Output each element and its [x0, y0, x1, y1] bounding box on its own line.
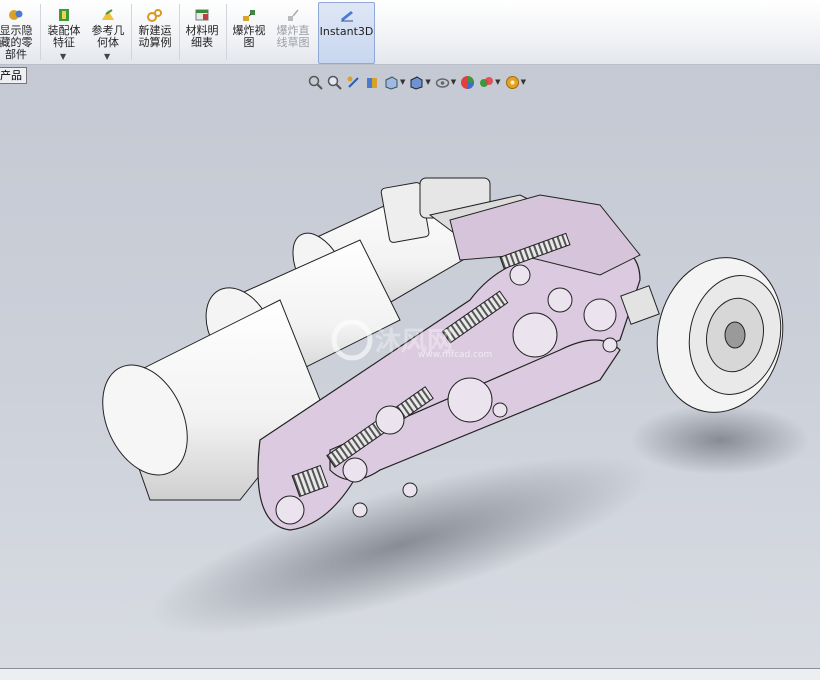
heads-up-view-toolbar: ▼ ▼ ▼ ▼ ▼	[308, 72, 526, 92]
watermark-url: www.mfcad.com	[418, 350, 492, 360]
instant3d-button[interactable]: Instant3D	[318, 2, 375, 64]
graphics-viewport[interactable]: 沐风网 www.mfcad.com	[0, 65, 820, 668]
assembly-features-icon	[59, 9, 69, 21]
hide-show-caret-icon[interactable]: ▼	[451, 78, 456, 86]
view-settings-icon[interactable]	[505, 75, 520, 90]
reference-geometry-icon	[102, 9, 114, 20]
wheel-shadow	[630, 405, 810, 475]
explode-line-sketch-icon	[288, 9, 299, 21]
apply-scene-icon[interactable]	[479, 75, 494, 90]
hide-show-items-icon[interactable]	[435, 75, 450, 90]
reference-geometry-dropdown-icon[interactable]: ▼	[104, 52, 110, 61]
section-view-icon[interactable]	[365, 75, 380, 90]
separator	[226, 4, 227, 60]
show-hidden-components-label: 显示隐 藏的零 部件	[0, 24, 33, 61]
bill-of-materials-button[interactable]: 材料明 细表	[182, 2, 222, 62]
explode-line-sketch-button[interactable]: 爆炸直 线草图	[272, 2, 314, 62]
explode-line-sketch-label: 爆炸直 线草图	[276, 24, 310, 49]
new-motion-study-button[interactable]: 新建运 动算例	[134, 2, 176, 62]
display-style-caret-icon[interactable]: ▼	[425, 78, 430, 86]
exploded-view-label: 爆炸视 图	[232, 24, 266, 49]
separator	[40, 4, 41, 60]
show-hidden-components-button[interactable]: 显示隐 藏的零 部件	[0, 2, 36, 62]
status-bar	[0, 668, 820, 680]
feature-tree-tab-label: 产品	[0, 69, 22, 82]
instant3d-label: Instant3D	[319, 25, 374, 38]
assembly-features-label: 装配体 特征	[47, 24, 81, 49]
zoom-to-area-icon[interactable]	[327, 75, 342, 90]
edit-appearance-icon[interactable]	[460, 75, 475, 90]
view-orientation-caret-icon[interactable]: ▼	[400, 78, 405, 86]
exploded-view-button[interactable]: 爆炸视 图	[229, 2, 269, 62]
apply-scene-caret-icon[interactable]: ▼	[495, 78, 500, 86]
instant3d-icon	[340, 11, 353, 22]
assembly-model[interactable]: 沐风网 www.mfcad.com	[0, 65, 820, 668]
front-wheel	[620, 257, 784, 413]
assembly-features-dropdown-icon[interactable]: ▼	[60, 52, 66, 61]
previous-view-icon[interactable]	[346, 75, 361, 90]
bill-of-materials-label: 材料明 细表	[185, 24, 219, 49]
new-motion-study-label: 新建运 动算例	[138, 24, 172, 49]
display-style-icon[interactable]	[409, 75, 424, 90]
exploded-view-icon	[243, 10, 255, 21]
separator	[131, 4, 132, 60]
separator	[179, 4, 180, 60]
reference-geometry-label: 参考几 何体	[91, 24, 125, 49]
bill-of-materials-icon	[195, 9, 209, 21]
feature-tree-tab[interactable]: 产品	[0, 67, 27, 84]
show-hidden-components-icon	[9, 10, 23, 20]
view-orientation-icon[interactable]	[384, 75, 399, 90]
command-manager-toolbar: 显示隐 藏的零 部件 装配体 特征 ▼ 参考几 何体 ▼ 新建运 动算例 材料明…	[0, 0, 820, 65]
view-settings-caret-icon[interactable]: ▼	[521, 78, 526, 86]
zoom-to-fit-icon[interactable]	[308, 75, 323, 90]
new-motion-study-icon	[147, 9, 162, 22]
